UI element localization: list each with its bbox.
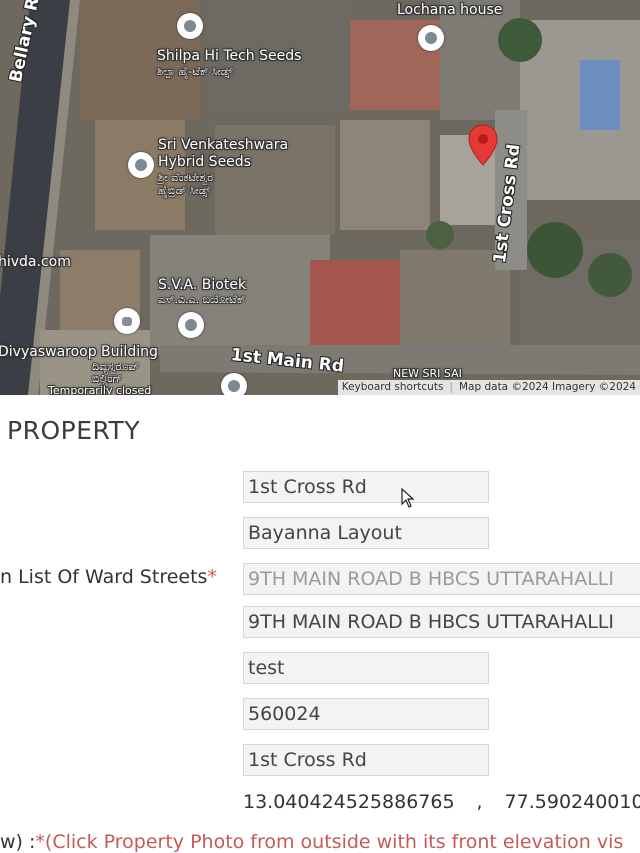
poi-label-temp-closed: Temporarily closed [48, 384, 152, 396]
area-field[interactable]: Bayanna Layout [243, 517, 489, 549]
ward-streets-label-text: n List Of Ward Streets [0, 566, 208, 588]
ward-streets-label: n List Of Ward Streets* [0, 566, 217, 588]
road-field[interactable]: 1st Cross Rd [243, 744, 489, 776]
poi-label-sri-kn1: ಶ್ರೀ ವೆಂಕಟೇಶ್ವರ [158, 171, 214, 184]
property-photo-label: w) :*(Click Property Photo from outside … [0, 831, 623, 853]
longitude-value: 77.5902400102 [504, 791, 640, 813]
poi-label-sri-1: Sri Venkateshwara [158, 137, 289, 153]
poi-label-sri-2: Hybrid Seeds [158, 154, 251, 170]
keyboard-shortcuts-link[interactable]: Keyboard shortcuts [342, 380, 444, 395]
poi-label-divya: Divyaswaroop Building [0, 344, 158, 360]
required-mark: * [207, 566, 217, 588]
ward-streets-select[interactable]: 9TH MAIN ROAD B HBCS UTTARAHALLI [243, 563, 640, 595]
mouse-cursor-icon [401, 488, 415, 508]
pincode-field[interactable]: 560024 [243, 698, 489, 730]
map-data-text: Map data ©2024 Imagery ©2024 [458, 381, 636, 393]
satellite-imagery [0, 0, 640, 395]
poi-label-shivda: hivda.com [0, 254, 71, 270]
ward-street-field[interactable]: 9TH MAIN ROAD B HBCS UTTARAHALLI [243, 606, 640, 638]
photo-instruction: *(Click Property Photo from outside with… [35, 831, 624, 853]
street-field[interactable]: 1st Cross Rd [243, 471, 489, 503]
poi-pin-icon[interactable] [177, 13, 203, 39]
coord-separator: , [476, 791, 483, 813]
location-marker-icon[interactable] [468, 124, 498, 166]
map-view[interactable]: Bellary Rd 1st Cross Rd 1st Main Rd Loch… [0, 0, 640, 395]
poi-pin-icon[interactable] [418, 25, 444, 51]
poi-label-shilpa: Shilpa Hi Tech Seeds [157, 48, 302, 64]
poi-pin-icon[interactable] [221, 373, 247, 395]
poi-pin-icon[interactable] [128, 152, 154, 178]
lock-pin-icon[interactable] [114, 308, 140, 334]
coordinates: 13.040424525886765, 77.5902400102 [243, 791, 640, 813]
poi-label-sva-kn: ಎಸ್.ವಿ.ಎ. ಬಯೋಟೆಕ್ [158, 293, 246, 306]
latitude-value: 13.040424525886765 [243, 791, 455, 813]
landmark-field[interactable]: test [243, 652, 489, 684]
poi-label-shilpa-kn: ಶಿಲ್ಪಾ ಹೈ-ಟೆಕ್ ಸೀಡ್ಸ್ [157, 65, 233, 78]
poi-label-sva: S.V.A. Biotek [158, 277, 247, 293]
poi-label-new-sri: NEW SRI SAI [393, 367, 462, 380]
section-title: PROPERTY [7, 416, 141, 445]
photo-label-prefix: w) : [0, 831, 36, 853]
map-attribution: Keyboard shortcuts | Map data ©2024 Imag… [337, 380, 640, 395]
poi-pin-icon[interactable] [178, 312, 204, 338]
poi-label-sri-kn2: ಹೈಬ್ರಿಡ್ ಸೀಡ್ಸ್ [158, 184, 211, 197]
poi-label-lochana: Lochana house [397, 2, 503, 18]
